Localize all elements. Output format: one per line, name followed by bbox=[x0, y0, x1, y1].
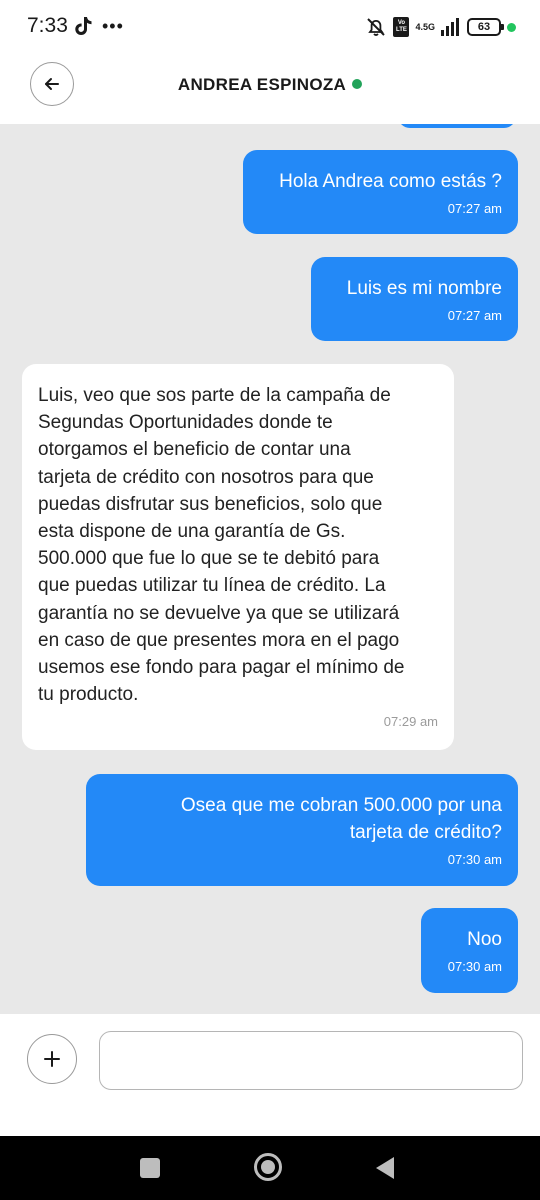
message-bubble-outgoing[interactable]: Luis es mi nombre 07:27 am bbox=[311, 257, 518, 341]
plus-icon bbox=[44, 1051, 60, 1067]
message-text: Hola Andrea como estás ? bbox=[279, 171, 502, 192]
privacy-indicator-dot bbox=[507, 22, 516, 32]
more-notifications-icon: ••• bbox=[102, 16, 124, 36]
message-time: 07:29 am bbox=[383, 714, 438, 730]
message-bubble-outgoing[interactable]: Hola Andrea como estás ? 07:27 am bbox=[243, 150, 518, 234]
home-circle-icon[interactable] bbox=[254, 1153, 282, 1181]
message-input[interactable] bbox=[99, 1031, 523, 1090]
message-bubble-outgoing[interactable]: Noo 07:30 am bbox=[421, 908, 518, 993]
message-text: Osea que me cobran 500.000 por una tarje… bbox=[180, 795, 502, 843]
message-text: Luis es mi nombre bbox=[346, 278, 502, 299]
contact-title: ANDREA ESPINOZA bbox=[0, 75, 540, 95]
network-type: 4.5G bbox=[415, 22, 435, 32]
message-composer bbox=[0, 1014, 540, 1136]
contact-name: ANDREA ESPINOZA bbox=[177, 75, 347, 94]
status-bar: 7:33 ••• Vo LTE 4.5G 63 bbox=[0, 0, 540, 56]
message-text: Luis, veo que sos parte de la campaña de… bbox=[38, 385, 405, 706]
message-time: 07:30 am bbox=[447, 852, 502, 867]
recents-square-icon[interactable] bbox=[140, 1158, 160, 1178]
status-indicators: Vo LTE 4.5G 63 bbox=[365, 15, 516, 39]
messages-list[interactable]: Hola Andrea como estás ? 07:27 am Luis e… bbox=[0, 124, 540, 1014]
message-text: Noo bbox=[467, 929, 502, 950]
message-time: 07:27 am bbox=[447, 308, 502, 323]
status-time: 7:33 bbox=[27, 14, 68, 37]
mute-icon bbox=[367, 18, 386, 36]
online-status-dot bbox=[352, 79, 363, 89]
system-navigation-bar bbox=[0, 1136, 540, 1200]
battery-icon: 63 bbox=[467, 18, 504, 36]
message-bubble-outgoing[interactable]: Osea que me cobran 500.000 por una tarje… bbox=[86, 774, 518, 886]
message-bubble-incoming[interactable]: Luis, veo que sos parte de la campaña de… bbox=[22, 364, 454, 750]
message-time: 07:30 am bbox=[447, 959, 502, 974]
tiktok-icon bbox=[75, 17, 92, 35]
signal-icon bbox=[441, 18, 459, 36]
chat-header: ANDREA ESPINOZA bbox=[0, 56, 540, 124]
previous-message-bubble bbox=[398, 124, 516, 128]
back-triangle-icon[interactable] bbox=[376, 1157, 394, 1179]
add-attachment-button[interactable] bbox=[27, 1034, 77, 1084]
volte-icon: Vo LTE bbox=[393, 17, 410, 37]
message-time: 07:27 am bbox=[447, 201, 502, 216]
